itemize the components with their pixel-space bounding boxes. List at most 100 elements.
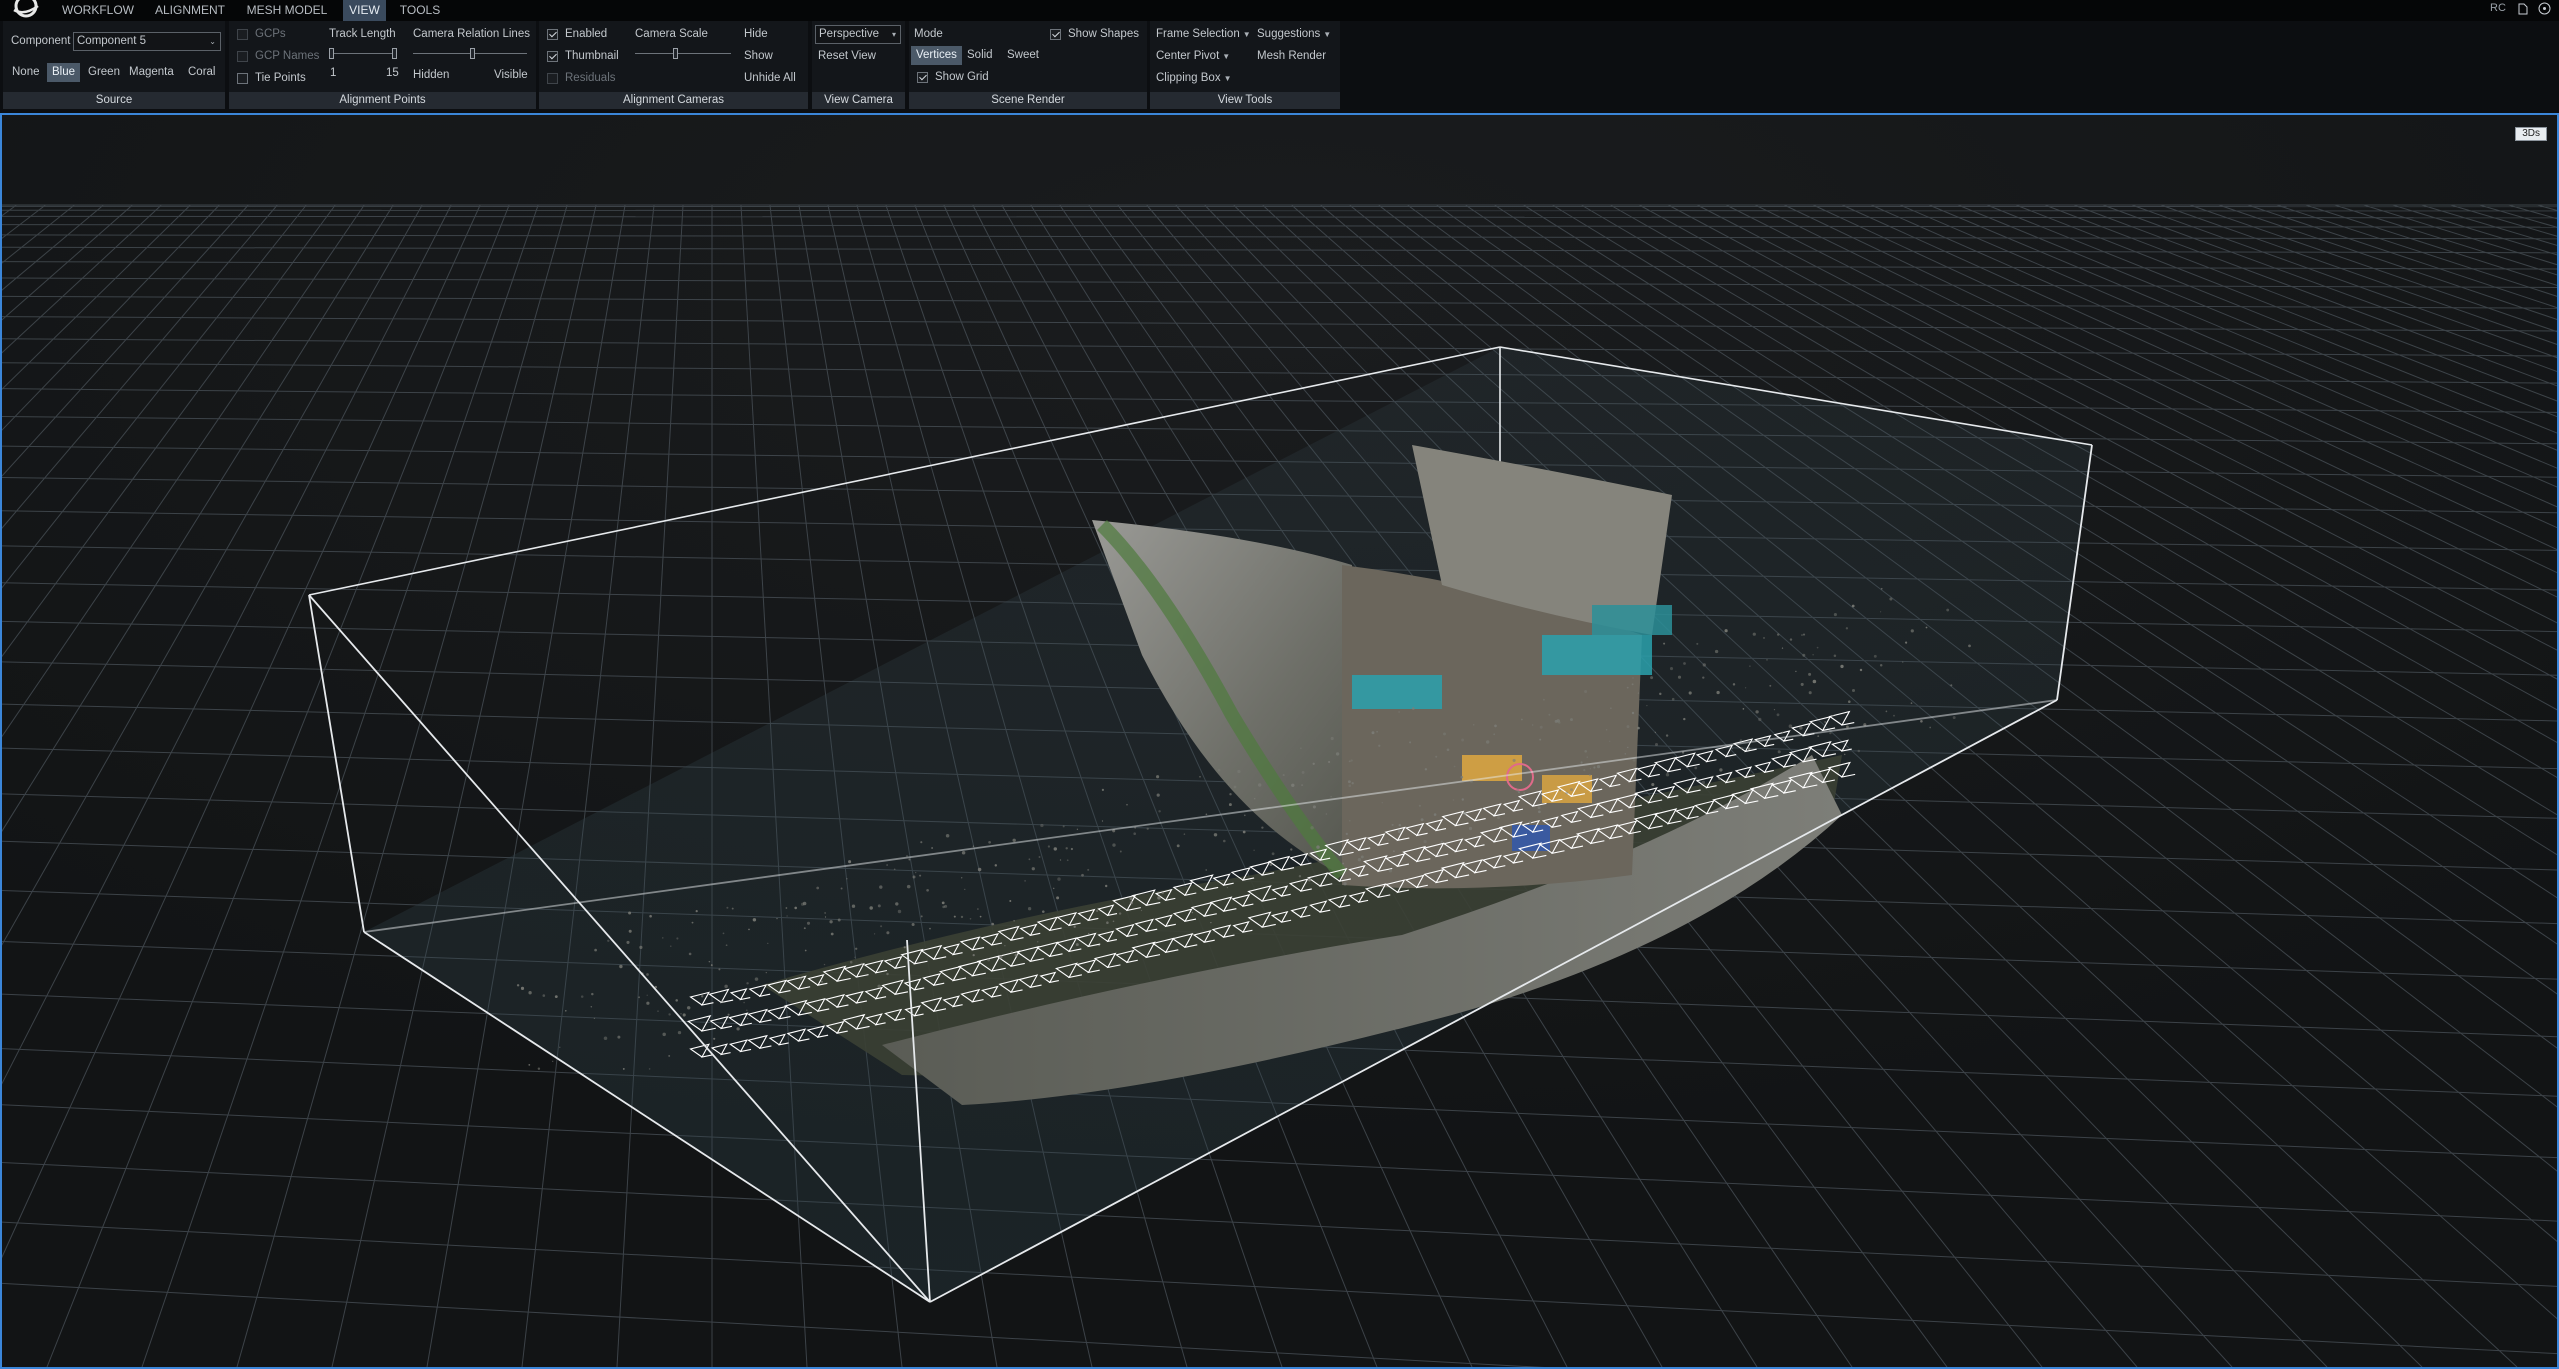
relation-lines-slider[interactable] xyxy=(413,48,527,60)
reset-view-button[interactable]: Reset View xyxy=(818,50,876,62)
point xyxy=(1627,746,1629,749)
point xyxy=(1391,823,1394,826)
tab-mesh-model[interactable]: MESH MODEL xyxy=(243,0,331,21)
point xyxy=(1126,803,1128,806)
point xyxy=(1038,856,1041,858)
point xyxy=(1129,896,1133,901)
suggestions-button[interactable]: Suggestions ▼ xyxy=(1257,28,1331,40)
point xyxy=(1724,629,1728,633)
point xyxy=(1702,663,1706,667)
point xyxy=(1282,774,1285,777)
unhide-all-button[interactable]: Unhide All xyxy=(744,72,796,84)
point xyxy=(1776,713,1780,717)
group-alignment-points: GCPs GCP Names Tie Points Track Length 1… xyxy=(229,21,536,109)
camera-scale-slider[interactable] xyxy=(635,48,731,60)
point xyxy=(1070,847,1074,851)
point xyxy=(849,960,853,964)
projection-select[interactable]: Perspective ▾ xyxy=(815,25,901,44)
point xyxy=(1229,793,1232,796)
help-icon[interactable] xyxy=(2538,2,2551,18)
point xyxy=(682,1013,686,1017)
slider-thumb-min[interactable] xyxy=(329,48,334,59)
point xyxy=(799,977,803,980)
point xyxy=(1486,740,1490,744)
point xyxy=(880,925,883,928)
point xyxy=(1632,677,1634,679)
point xyxy=(961,850,966,855)
tab-alignment[interactable]: ALIGNMENT xyxy=(150,0,230,21)
point xyxy=(786,915,788,917)
point xyxy=(915,871,917,874)
mode-solid[interactable]: Solid xyxy=(962,46,998,65)
view-mode-badge[interactable]: 3Ds xyxy=(2515,127,2547,141)
show-grid-checkbox[interactable] xyxy=(917,72,928,83)
mode-sweet[interactable]: Sweet xyxy=(1002,46,1044,65)
slider-thumb[interactable] xyxy=(673,48,678,59)
point xyxy=(1593,766,1596,769)
group-title-alignment-points: Alignment Points xyxy=(229,92,536,109)
point xyxy=(1393,850,1395,853)
point xyxy=(1677,675,1682,679)
point xyxy=(1205,869,1207,871)
point xyxy=(1062,825,1065,828)
point xyxy=(1424,768,1428,771)
point xyxy=(1036,940,1039,943)
point xyxy=(912,875,916,879)
tie-points-checkbox[interactable] xyxy=(237,73,248,84)
show-button[interactable]: Show xyxy=(744,50,773,62)
point xyxy=(1330,736,1334,741)
mode-vertices[interactable]: Vertices xyxy=(911,46,962,65)
point xyxy=(680,1013,682,1015)
slider-thumb[interactable] xyxy=(470,48,475,59)
user-initials[interactable]: RC xyxy=(2490,2,2506,14)
color-magenta[interactable]: Magenta xyxy=(124,63,179,82)
gcp-names-checkbox[interactable] xyxy=(237,51,248,62)
app-logo-icon[interactable] xyxy=(4,0,44,21)
group-alignment-cameras: Enabled Thumbnail Residuals Camera Scale… xyxy=(539,21,808,109)
track-length-label: Track Length xyxy=(329,28,396,40)
frame-selection-button[interactable]: Frame Selection ▼ xyxy=(1156,28,1251,40)
point xyxy=(668,1013,671,1016)
point xyxy=(953,915,956,918)
tab-workflow[interactable]: WORKFLOW xyxy=(58,0,138,21)
track-length-slider[interactable] xyxy=(329,48,397,60)
point xyxy=(1253,849,1255,851)
tab-view[interactable]: VIEW xyxy=(343,0,386,21)
point xyxy=(903,946,906,949)
show-shapes-checkbox[interactable] xyxy=(1050,29,1061,40)
scene-canvas[interactable] xyxy=(2,115,2557,1367)
point xyxy=(1583,768,1586,772)
point xyxy=(1357,858,1362,862)
point xyxy=(1308,878,1311,882)
thumbnail-checkbox[interactable] xyxy=(547,51,558,62)
component-select[interactable]: Component 5 ⌄ xyxy=(73,32,221,51)
residuals-checkbox[interactable] xyxy=(547,73,558,84)
point xyxy=(1140,909,1143,912)
point xyxy=(1328,760,1331,764)
point xyxy=(1398,711,1400,713)
3d-viewport[interactable]: 3Ds xyxy=(0,113,2559,1369)
point xyxy=(977,867,982,872)
point xyxy=(1808,672,1812,676)
hide-button[interactable]: Hide xyxy=(744,28,768,40)
point xyxy=(1539,738,1542,741)
color-green[interactable]: Green xyxy=(83,63,125,82)
slider-thumb-max[interactable] xyxy=(392,48,397,59)
point xyxy=(1176,844,1180,848)
color-none[interactable]: None xyxy=(7,63,45,82)
point xyxy=(1781,731,1784,734)
color-coral[interactable]: Coral xyxy=(183,63,220,82)
enabled-checkbox[interactable] xyxy=(547,29,558,40)
point xyxy=(670,945,672,947)
point xyxy=(701,995,704,998)
point xyxy=(1665,734,1669,737)
tab-tools[interactable]: TOOLS xyxy=(394,0,446,21)
document-icon[interactable] xyxy=(2518,3,2528,18)
clipping-box-button[interactable]: Clipping Box ▼ xyxy=(1156,72,1232,84)
gcps-checkbox[interactable] xyxy=(237,29,248,40)
center-pivot-button[interactable]: Center Pivot ▼ xyxy=(1156,50,1230,62)
point xyxy=(889,960,892,962)
mesh-render-button[interactable]: Mesh Render xyxy=(1257,50,1326,62)
point xyxy=(1095,909,1099,913)
color-blue[interactable]: Blue xyxy=(47,63,81,82)
